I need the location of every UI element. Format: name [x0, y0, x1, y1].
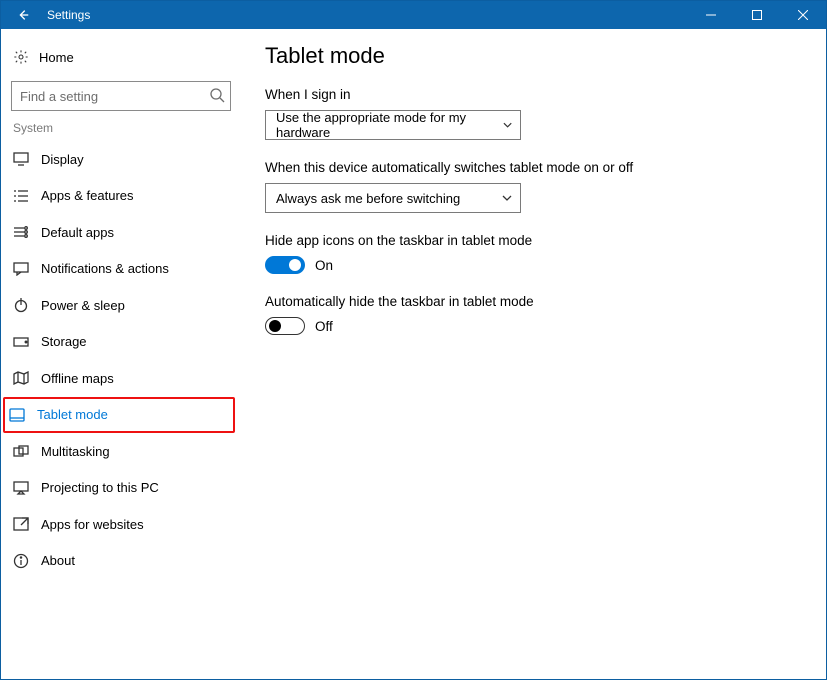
- map-icon: [13, 370, 29, 386]
- sidebar-item-label: Apps for websites: [41, 517, 144, 532]
- hideicons-state: On: [315, 258, 333, 273]
- back-button[interactable]: [1, 1, 45, 29]
- hidetaskbar-state: Off: [315, 319, 333, 334]
- search-icon: [209, 87, 225, 103]
- hidetaskbar-label: Automatically hide the taskbar in tablet…: [265, 294, 802, 309]
- home-nav[interactable]: Home: [9, 39, 233, 75]
- sidebar-item-multitasking[interactable]: Multitasking: [9, 433, 233, 470]
- title-bar: Settings: [1, 1, 826, 29]
- tablet-icon: [9, 407, 25, 423]
- hideicons-label: Hide app icons on the taskbar in tablet …: [265, 233, 802, 248]
- sidebar-item-label: Tablet mode: [37, 407, 108, 422]
- chevron-down-icon: [503, 120, 512, 130]
- sidebar-item-tablet-mode[interactable]: Tablet mode: [3, 397, 235, 434]
- power-icon: [13, 297, 29, 313]
- home-label: Home: [39, 50, 74, 65]
- storage-icon: [13, 334, 29, 350]
- maximize-button[interactable]: [734, 1, 780, 29]
- multitask-icon: [13, 443, 29, 459]
- defaults-icon: [13, 224, 29, 240]
- page-title: Tablet mode: [265, 43, 802, 69]
- maximize-icon: [752, 10, 762, 20]
- autoswitch-dropdown[interactable]: Always ask me before switching: [265, 183, 521, 213]
- list-icon: [13, 188, 29, 204]
- sidebar-item-label: About: [41, 553, 75, 568]
- hidetaskbar-toggle[interactable]: [265, 317, 305, 335]
- message-icon: [13, 261, 29, 277]
- search-input[interactable]: [11, 81, 231, 111]
- sidebar-item-notifications[interactable]: Notifications & actions: [9, 251, 233, 288]
- sidebar-item-apps-websites[interactable]: Apps for websites: [9, 506, 233, 543]
- close-icon: [798, 10, 808, 20]
- group-system-label: System: [13, 121, 233, 135]
- sidebar-item-power-sleep[interactable]: Power & sleep: [9, 287, 233, 324]
- autoswitch-label: When this device automatically switches …: [265, 160, 802, 175]
- autoswitch-value: Always ask me before switching: [276, 191, 460, 206]
- openwith-icon: [13, 516, 29, 532]
- content-pane: Tablet mode When I sign in Use the appro…: [241, 29, 826, 679]
- sidebar-item-projecting[interactable]: Projecting to this PC: [9, 470, 233, 507]
- signin-dropdown[interactable]: Use the appropriate mode for my hardware: [265, 110, 521, 140]
- minimize-button[interactable]: [688, 1, 734, 29]
- sidebar-item-label: Default apps: [41, 225, 114, 240]
- gear-icon: [13, 49, 29, 65]
- sidebar-item-label: Notifications & actions: [41, 261, 169, 276]
- project-icon: [13, 480, 29, 496]
- sidebar-item-label: Display: [41, 152, 84, 167]
- sidebar-item-storage[interactable]: Storage: [9, 324, 233, 361]
- minimize-icon: [706, 10, 716, 20]
- sidebar-item-label: Power & sleep: [41, 298, 125, 313]
- sidebar-item-offline-maps[interactable]: Offline maps: [9, 360, 233, 397]
- sidebar-item-default-apps[interactable]: Default apps: [9, 214, 233, 251]
- settings-window: Settings Home System: [0, 0, 827, 680]
- window-title: Settings: [47, 8, 90, 22]
- back-arrow-icon: [16, 8, 30, 22]
- sidebar-item-display[interactable]: Display: [9, 141, 233, 178]
- sidebar-item-label: Multitasking: [41, 444, 110, 459]
- signin-label: When I sign in: [265, 87, 802, 102]
- sidebar: Home System Display Apps & features: [1, 29, 241, 679]
- info-icon: [13, 553, 29, 569]
- sidebar-item-label: Projecting to this PC: [41, 480, 159, 495]
- sidebar-item-apps-features[interactable]: Apps & features: [9, 178, 233, 215]
- sidebar-item-label: Offline maps: [41, 371, 114, 386]
- sidebar-item-about[interactable]: About: [9, 543, 233, 580]
- sidebar-item-label: Storage: [41, 334, 87, 349]
- chevron-down-icon: [502, 193, 512, 203]
- close-button[interactable]: [780, 1, 826, 29]
- hideicons-toggle[interactable]: [265, 256, 305, 274]
- sidebar-item-label: Apps & features: [41, 188, 134, 203]
- signin-value: Use the appropriate mode for my hardware: [276, 110, 503, 140]
- display-icon: [13, 151, 29, 167]
